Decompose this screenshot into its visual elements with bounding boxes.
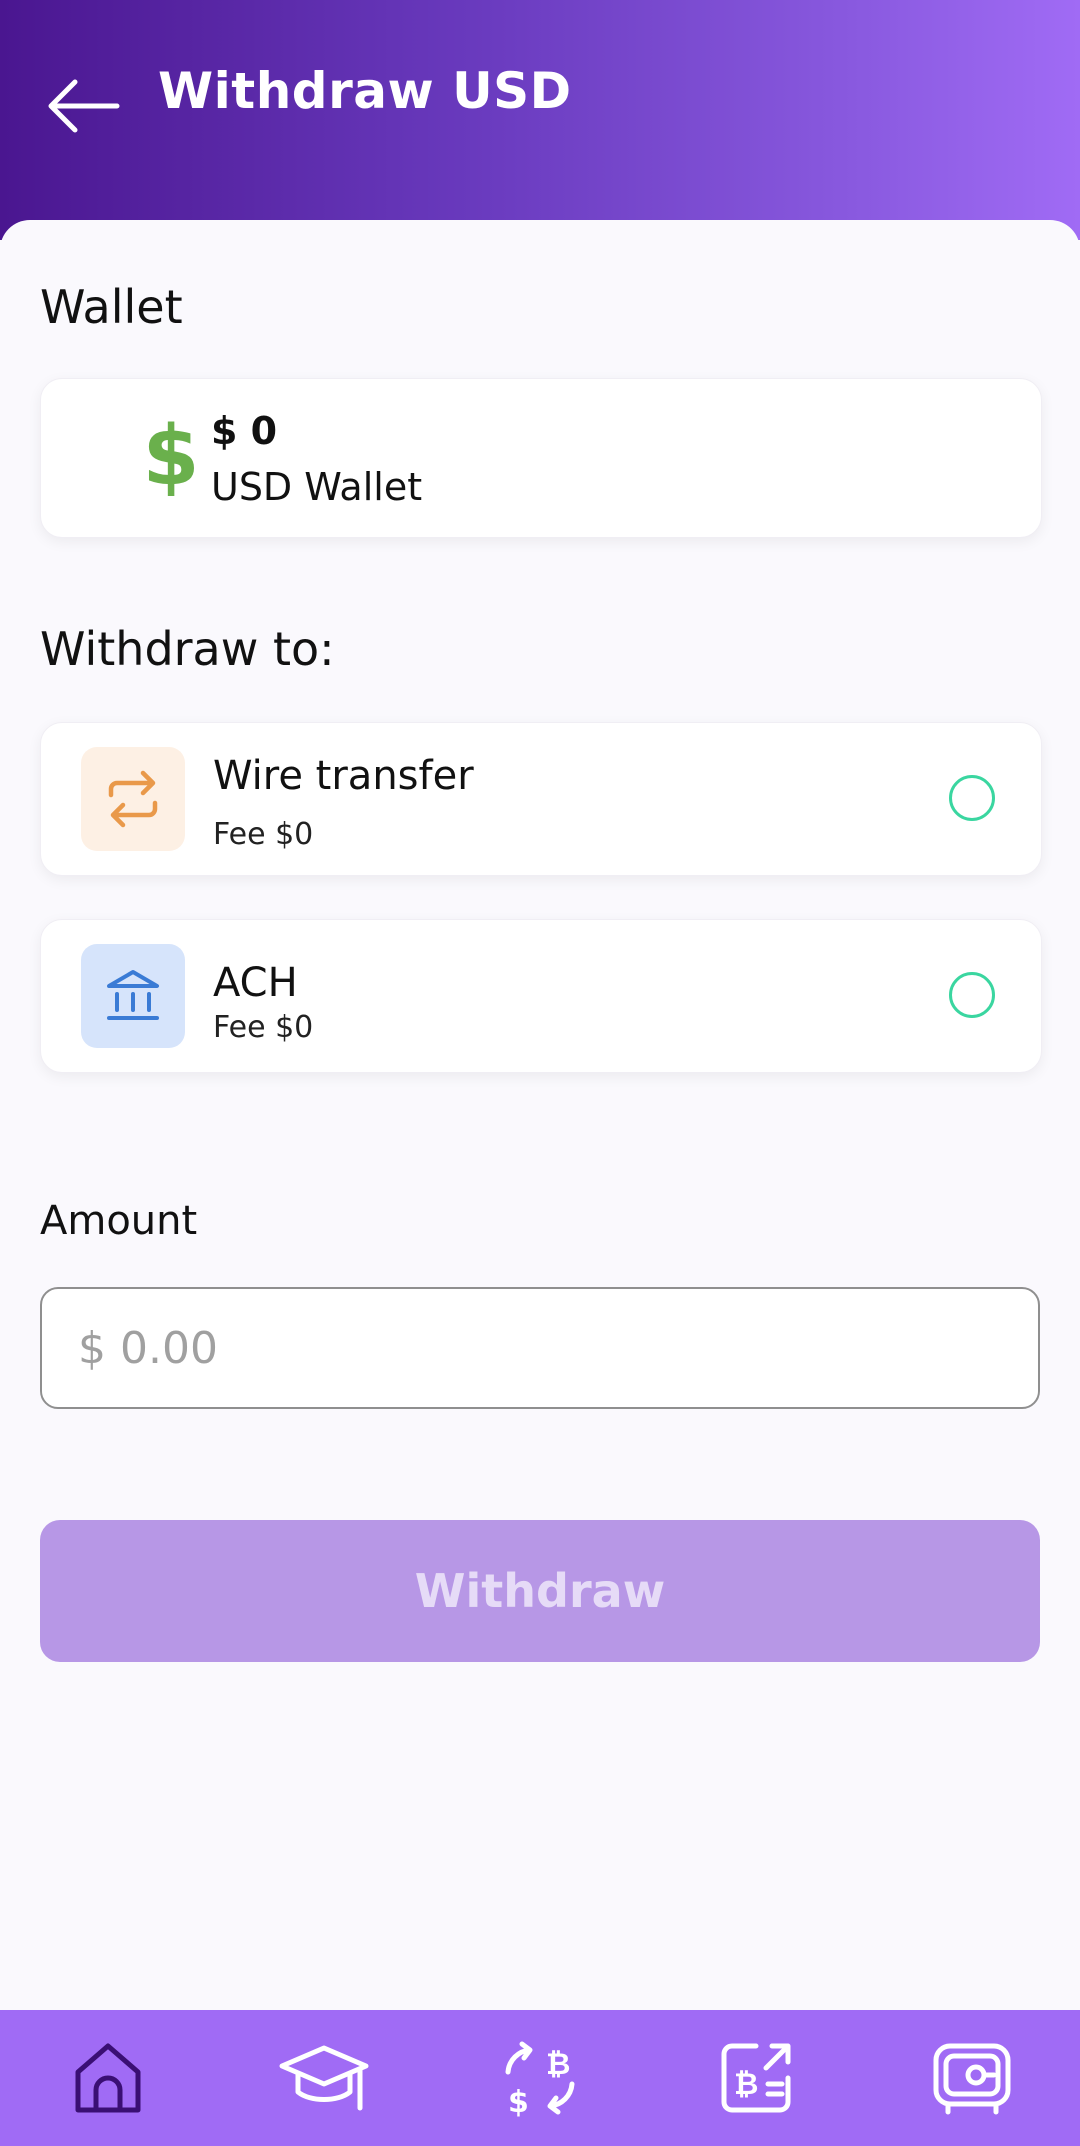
nav-learn[interactable] (259, 2023, 389, 2133)
nav-home[interactable] (43, 2023, 173, 2133)
header: Withdraw USD (0, 0, 1080, 240)
arrow-left-icon (48, 79, 120, 133)
nav-exchange[interactable]: ₿ $ (475, 2023, 605, 2133)
radio-wire[interactable] (949, 775, 995, 821)
withdraw-option-ach[interactable]: ACH Fee $0 (40, 919, 1042, 1073)
bank-icon (81, 944, 185, 1048)
radio-ach[interactable] (949, 972, 995, 1018)
amount-label: Amount (40, 1198, 198, 1244)
svg-text:₿: ₿ (734, 2067, 758, 2102)
svg-text:$: $ (508, 2085, 529, 2118)
bitcoin-send-icon: ₿ (721, 2043, 791, 2113)
withdraw-button[interactable]: Withdraw (40, 1520, 1040, 1662)
svg-text:₿: ₿ (546, 2047, 570, 2082)
withdraw-to-label: Withdraw to: (40, 622, 335, 676)
back-button[interactable] (38, 66, 128, 146)
crypto-exchange-icon: ₿ $ (505, 2041, 575, 2118)
graduation-cap-icon (279, 2045, 369, 2111)
option-title: ACH (213, 960, 298, 1006)
amount-input[interactable] (40, 1287, 1040, 1409)
wallet-name: USD Wallet (211, 465, 423, 509)
nav-send-crypto[interactable]: ₿ (691, 2023, 821, 2133)
withdraw-option-wire[interactable]: Wire transfer Fee $0 (40, 722, 1042, 876)
bottom-nav: ₿ $ ₿ (0, 2010, 1080, 2146)
nav-vault[interactable] (907, 2023, 1037, 2133)
option-fee: Fee $0 (213, 1010, 314, 1045)
vault-icon (933, 2043, 1011, 2115)
transfer-arrows-icon (81, 747, 185, 851)
page-title: Withdraw USD (158, 62, 572, 120)
wallet-section-label: Wallet (40, 280, 183, 334)
option-title: Wire transfer (213, 753, 474, 799)
home-icon (75, 2043, 141, 2113)
wallet-card: $ $ 0 USD Wallet (40, 378, 1042, 538)
option-fee: Fee $0 (213, 817, 314, 852)
wallet-balance: $ 0 (211, 409, 278, 453)
